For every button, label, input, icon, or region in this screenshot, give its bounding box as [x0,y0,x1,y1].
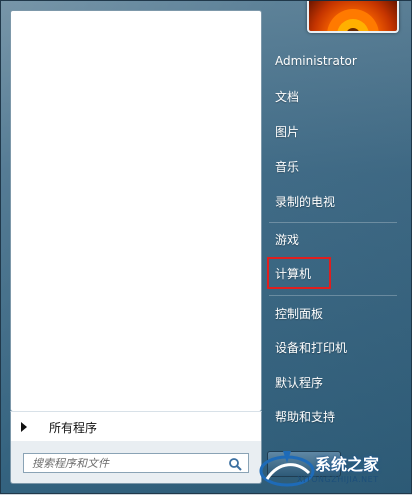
menu-item-label: 设备和打印机 [275,340,348,355]
menu-item-label: 游戏 [275,232,300,247]
menu-item-games[interactable]: 游戏 [267,224,397,254]
computer-highlight-box [267,257,331,289]
menu-separator [269,295,397,296]
menu-item-pictures[interactable]: 图片 [267,116,397,146]
flower-picture-icon [327,9,379,31]
arrow-right-icon [21,422,27,432]
site-watermark: 系统之家 XITONGZHIJIA.NET [257,441,412,495]
menu-item-label: 图片 [275,124,300,139]
menu-item-label: 文档 [275,89,300,104]
menu-item-recorded-tv[interactable]: 录制的电视 [267,186,397,216]
all-programs-label: 所有程序 [49,420,98,435]
menu-item-label: 控制面板 [275,306,324,321]
menu-item-devices-printers[interactable]: 设备和打印机 [267,332,397,362]
watermark-subtext: XITONGZHIJIA.NET [297,475,379,484]
menu-item-label: Administrator [275,54,357,68]
search-box [23,453,249,473]
menu-item-control-panel[interactable]: 控制面板 [267,298,397,328]
all-programs-button[interactable]: 所有程序 [10,411,262,442]
menu-item-label: 默认程序 [275,375,324,390]
start-menu: 所有程序 Administrator 文档 图片 音乐 录制的电视 游戏 [0,0,412,494]
pinned-programs-pane [10,10,262,412]
search-area [10,441,262,484]
menu-item-help-support[interactable]: 帮助和支持 [267,401,397,431]
menu-item-label: 音乐 [275,159,300,174]
menu-item-documents[interactable]: 文档 [267,81,397,111]
menu-item-label: 帮助和支持 [275,409,336,424]
menu-item-default-programs[interactable]: 默认程序 [267,367,397,397]
watermark-logo-icon [259,451,315,487]
menu-item-administrator[interactable]: Administrator [267,46,397,76]
search-icon[interactable] [228,457,242,471]
user-avatar[interactable] [307,1,399,33]
menu-item-label: 录制的电视 [275,194,336,209]
menu-item-music[interactable]: 音乐 [267,151,397,181]
menu-separator [269,222,397,223]
search-input[interactable] [24,455,219,471]
watermark-text: 系统之家 [315,455,380,474]
